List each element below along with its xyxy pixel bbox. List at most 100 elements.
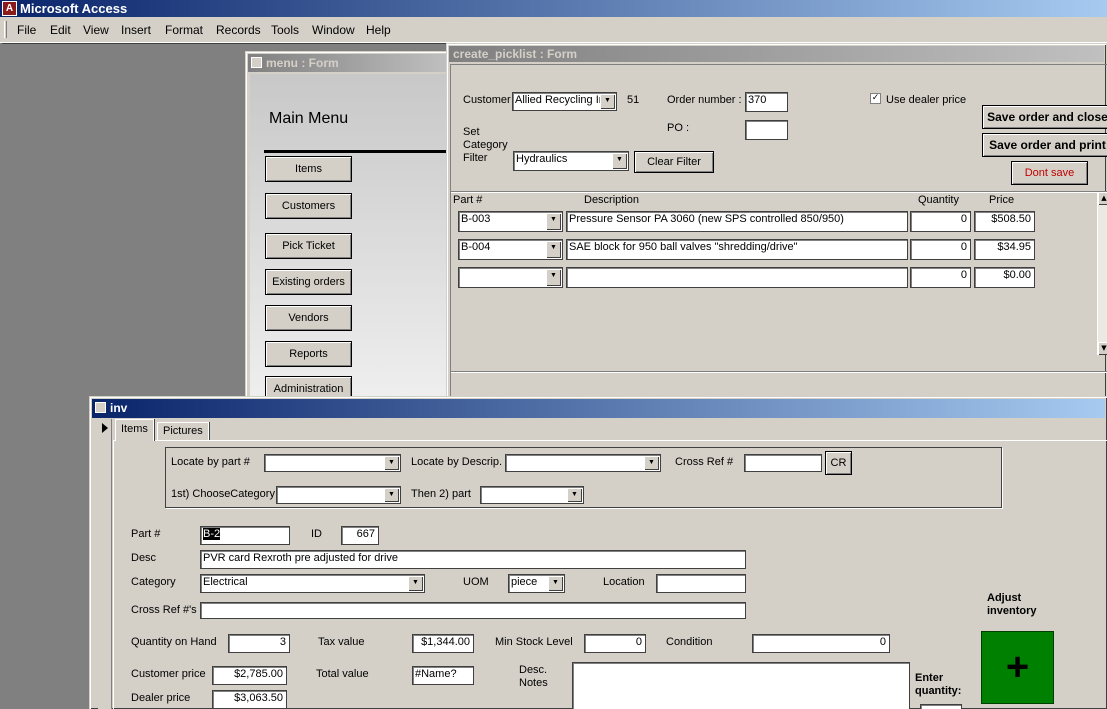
plus-icon[interactable]: + bbox=[981, 631, 1054, 704]
row3-description[interactable] bbox=[566, 267, 908, 288]
chevron-down-icon[interactable]: ▼ bbox=[408, 576, 423, 591]
menu-help[interactable]: Help bbox=[366, 23, 391, 37]
row1-description[interactable]: Pressure Sensor PA 3060 (new SPS control… bbox=[566, 211, 908, 232]
toolbar-grip[interactable] bbox=[4, 21, 7, 38]
location-field[interactable] bbox=[656, 574, 746, 593]
locate-desc-combo[interactable]: ▼ bbox=[505, 454, 661, 472]
menu-bar: File Edit View Insert Format Records Too… bbox=[0, 17, 1107, 43]
tab-items[interactable]: Items bbox=[115, 419, 154, 441]
part-field-value: B-2 bbox=[203, 528, 221, 540]
menu-records[interactable]: Records bbox=[216, 23, 261, 37]
chevron-down-icon[interactable]: ▼ bbox=[567, 488, 582, 502]
total-value-field[interactable]: #Name? bbox=[412, 666, 474, 685]
picklist-title-bar[interactable]: create_picklist : Form bbox=[449, 46, 1104, 62]
cross-refs-label: Cross Ref #'s bbox=[131, 604, 197, 616]
filter-label-category: Category bbox=[463, 139, 508, 151]
qoh-label: Quantity on Hand bbox=[131, 636, 217, 648]
tax-value-field[interactable]: $1,344.00 bbox=[412, 634, 474, 653]
customer-combo[interactable]: Allied Recycling In ▼ bbox=[512, 92, 617, 111]
scroll-up-icon[interactable]: ▲ bbox=[1098, 192, 1107, 205]
cross-refs-field[interactable] bbox=[200, 602, 746, 619]
customer-id: 51 bbox=[627, 94, 640, 106]
chevron-down-icon[interactable]: ▼ bbox=[548, 576, 563, 591]
record-selector[interactable] bbox=[98, 419, 112, 709]
menu-insert[interactable]: Insert bbox=[121, 23, 151, 37]
chevron-down-icon[interactable]: ▼ bbox=[546, 241, 561, 258]
row3-price[interactable]: $0.00 bbox=[974, 267, 1035, 288]
row1-quantity[interactable]: 0 bbox=[910, 211, 971, 232]
menu-format[interactable]: Format bbox=[165, 23, 203, 37]
chevron-down-icon[interactable]: ▼ bbox=[644, 456, 659, 470]
save-order-print-button[interactable]: Save order and print bbox=[982, 133, 1107, 157]
row1-part[interactable]: B-003 ▼ bbox=[458, 211, 563, 232]
order-number-field[interactable]: 370 bbox=[745, 92, 788, 112]
menu-window[interactable]: Window bbox=[312, 23, 355, 37]
tab-pictures[interactable]: Pictures bbox=[157, 422, 209, 440]
menu-form-title-bar[interactable]: menu : Form bbox=[248, 54, 448, 72]
uom-combo[interactable]: piece ▼ bbox=[508, 574, 565, 593]
choose-category-combo[interactable]: ▼ bbox=[276, 486, 401, 504]
dont-save-button[interactable]: Dont save bbox=[1011, 161, 1088, 185]
condition-field[interactable]: 0 bbox=[752, 634, 890, 653]
min-stock-field[interactable]: 0 bbox=[584, 634, 646, 653]
uom-value: piece bbox=[511, 576, 538, 588]
chevron-down-icon[interactable]: ▼ bbox=[546, 269, 561, 286]
menu-edit[interactable]: Edit bbox=[50, 23, 71, 37]
desc-field[interactable]: PVR card Rexroth pre adjusted for drive bbox=[200, 550, 746, 569]
vendors-button[interactable]: Vendors bbox=[265, 305, 352, 331]
qoh-field[interactable]: 3 bbox=[228, 634, 290, 653]
menu-form-body: Main Menu Items Customers Pick Ticket Ex… bbox=[250, 74, 448, 412]
enter-qty-field[interactable] bbox=[920, 704, 962, 709]
row2-quantity[interactable]: 0 bbox=[910, 239, 971, 260]
chevron-down-icon[interactable]: ▼ bbox=[384, 456, 399, 470]
order-number-label: Order number : bbox=[667, 94, 742, 106]
menu-view[interactable]: View bbox=[83, 23, 109, 37]
menu-file[interactable]: File bbox=[17, 23, 36, 37]
category-filter-combo[interactable]: Hydraulics ▼ bbox=[513, 151, 629, 171]
desc-label: Desc bbox=[131, 552, 157, 564]
row2-description[interactable]: SAE block for 950 ball valves "shredding… bbox=[566, 239, 908, 260]
pick-ticket-button[interactable]: Pick Ticket bbox=[265, 233, 352, 259]
row3-part[interactable]: ▼ bbox=[458, 267, 563, 288]
notes-field[interactable] bbox=[572, 662, 910, 709]
scroll-down-icon[interactable]: ▼ bbox=[1098, 342, 1107, 355]
id-field[interactable]: 667 bbox=[341, 526, 379, 545]
row1-price[interactable]: $508.50 bbox=[974, 211, 1035, 232]
menu-form-title: menu : Form bbox=[266, 56, 339, 70]
app-title: Microsoft Access bbox=[20, 1, 128, 16]
cr-button[interactable]: CR bbox=[825, 451, 852, 475]
clear-filter-button[interactable]: Clear Filter bbox=[634, 151, 714, 173]
form-icon bbox=[95, 402, 106, 413]
menu-tools[interactable]: Tools bbox=[271, 23, 299, 37]
customer-price-field[interactable]: $2,785.00 bbox=[212, 666, 287, 685]
customer-label: Customer bbox=[463, 94, 511, 106]
row3-quantity[interactable]: 0 bbox=[910, 267, 971, 288]
customers-button[interactable]: Customers bbox=[265, 193, 352, 219]
vertical-scrollbar[interactable]: ▲ ▼ bbox=[1097, 192, 1107, 355]
row2-part[interactable]: B-004 ▼ bbox=[458, 239, 563, 260]
items-button[interactable]: Items bbox=[265, 156, 352, 182]
picklist-body: Customer Allied Recycling In ▼ 51 Order … bbox=[450, 64, 1107, 404]
category-combo[interactable]: Electrical ▼ bbox=[200, 574, 425, 593]
chevron-down-icon[interactable]: ▼ bbox=[600, 94, 615, 109]
existing-orders-button[interactable]: Existing orders bbox=[265, 269, 352, 295]
dealer-price-field[interactable]: $3,063.50 bbox=[212, 690, 287, 709]
chevron-down-icon[interactable]: ▼ bbox=[612, 153, 627, 169]
reports-button[interactable]: Reports bbox=[265, 341, 352, 367]
inv-title-bar[interactable]: inv bbox=[92, 399, 1105, 418]
category-filter-value: Hydraulics bbox=[516, 153, 568, 165]
then-part-combo[interactable]: ▼ bbox=[480, 486, 584, 504]
category-label: Category bbox=[131, 576, 176, 588]
part-field[interactable]: B-2 bbox=[200, 526, 290, 545]
then-part-label: Then 2) part bbox=[411, 488, 471, 500]
po-field[interactable] bbox=[745, 120, 788, 140]
chevron-down-icon[interactable]: ▼ bbox=[384, 488, 399, 502]
heading-divider bbox=[264, 150, 448, 153]
cross-ref-field[interactable] bbox=[744, 454, 822, 472]
locate-part-combo[interactable]: ▼ bbox=[264, 454, 401, 472]
row2-price[interactable]: $34.95 bbox=[974, 239, 1035, 260]
save-order-close-button[interactable]: Save order and close bbox=[982, 105, 1107, 129]
po-label: PO : bbox=[667, 122, 690, 134]
chevron-down-icon[interactable]: ▼ bbox=[546, 213, 561, 230]
use-dealer-price-checkbox[interactable]: ✓ bbox=[870, 93, 881, 104]
